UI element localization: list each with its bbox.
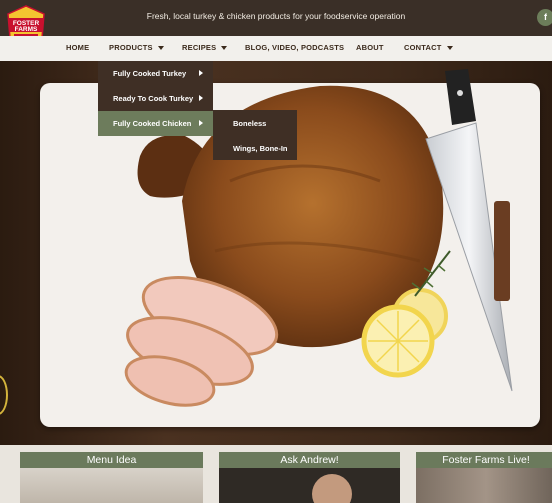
- chevron-right-icon: [199, 95, 203, 101]
- nav-products[interactable]: PRODUCTS: [109, 43, 164, 52]
- nav-about-label: ABOUT: [356, 43, 384, 52]
- svg-text:FARMS: FARMS: [15, 26, 38, 33]
- nav-home-label: HOME: [66, 43, 90, 52]
- card-title: Foster Farms Live!: [416, 452, 552, 468]
- menu-item-label: Fully Cooked Chicken: [113, 119, 192, 128]
- top-banner: FOSTER FARMS Fresh, local turkey & chick…: [0, 0, 552, 39]
- menu-item-ready-to-cook-turkey[interactable]: Ready To Cook Turkey: [98, 86, 213, 111]
- card-title: Menu Idea: [20, 452, 203, 468]
- products-dropdown: Fully Cooked Turkey Ready To Cook Turkey…: [98, 61, 213, 136]
- avatar: [312, 474, 352, 503]
- menu-item-label: Ready To Cook Turkey: [113, 94, 194, 103]
- chevron-down-icon: [221, 46, 228, 51]
- main-nav: HOME PRODUCTS RECIPES BLOG, VIDEO, PODCA…: [0, 36, 552, 61]
- nav-blog-label: BLOG, VIDEO, PODCASTS: [245, 43, 345, 52]
- menu-item-fully-cooked-turkey[interactable]: Fully Cooked Turkey: [98, 61, 213, 86]
- nav-contact[interactable]: CONTACT: [404, 43, 453, 52]
- chevron-right-icon: [199, 70, 203, 76]
- card-image: [416, 468, 552, 503]
- card-ask-andrew[interactable]: Ask Andrew!: [219, 452, 400, 503]
- chicken-submenu: Boneless Wings, Bone-In: [213, 110, 297, 160]
- card-title: Ask Andrew!: [219, 452, 400, 468]
- nav-home[interactable]: HOME: [66, 43, 89, 52]
- submenu-item-boneless[interactable]: Boneless: [213, 110, 297, 135]
- nav-blog[interactable]: BLOG, VIDEO, PODCASTS: [245, 43, 344, 52]
- menu-item-label: Fully Cooked Turkey: [113, 69, 187, 78]
- feature-cards-section: Menu Idea Ask Andrew! Foster Farms Live!: [0, 445, 552, 503]
- card-foster-farms-live[interactable]: Foster Farms Live!: [416, 452, 552, 503]
- nav-contact-label: CONTACT: [404, 43, 442, 52]
- card-image: [20, 468, 203, 503]
- facebook-icon[interactable]: f: [537, 9, 552, 26]
- chevron-down-icon: [157, 46, 164, 51]
- card-menu-idea[interactable]: Menu Idea: [20, 452, 203, 503]
- nav-recipes[interactable]: RECIPES: [182, 43, 228, 52]
- menu-item-fully-cooked-chicken[interactable]: Fully Cooked Chicken: [98, 111, 213, 136]
- tagline: Fresh, local turkey & chicken products f…: [146, 11, 406, 21]
- nav-about[interactable]: ABOUT: [356, 43, 384, 52]
- chevron-right-icon: [199, 120, 203, 126]
- chevron-down-icon: [446, 46, 453, 51]
- nav-recipes-label: RECIPES: [182, 43, 217, 52]
- submenu-item-wings-bone-in[interactable]: Wings, Bone-In: [213, 135, 297, 160]
- card-image: [219, 468, 400, 503]
- nav-products-label: PRODUCTS: [109, 43, 153, 52]
